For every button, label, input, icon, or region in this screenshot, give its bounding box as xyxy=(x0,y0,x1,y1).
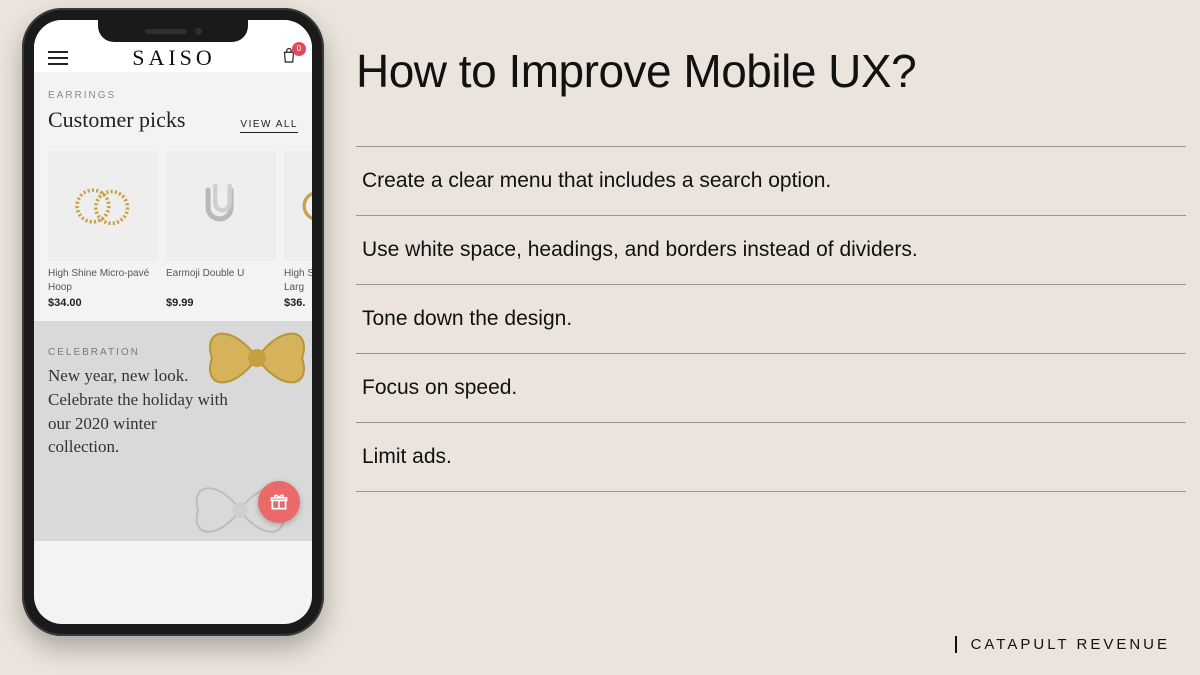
list-item: Create a clear menu that includes a sear… xyxy=(356,147,1186,216)
u-earring-icon xyxy=(185,170,257,242)
product-name: High Shine Micro-pavé Hoop xyxy=(48,267,158,295)
gift-icon xyxy=(269,492,289,512)
cart-button[interactable]: 0 xyxy=(280,46,298,71)
product-carousel[interactable]: High Shine Micro-pavé Hoop $34.00 Earmoj… xyxy=(34,141,312,321)
product-card[interactable]: High Shine Micro-pavé Hoop $34.00 xyxy=(48,151,158,309)
product-name: High S - Larg xyxy=(284,267,312,295)
view-all-link[interactable]: VIEW ALL xyxy=(240,119,298,133)
bullet-list: Create a clear menu that includes a sear… xyxy=(356,146,1186,492)
product-card[interactable]: High S - Larg $36. xyxy=(284,151,312,309)
product-price: $34.00 xyxy=(48,297,158,309)
gift-fab[interactable] xyxy=(258,481,300,523)
gold-bow-icon xyxy=(192,321,312,413)
cart-badge: 0 xyxy=(292,42,306,56)
slide-title: How to Improve Mobile UX? xyxy=(356,44,1186,98)
promo-block[interactable]: CELEBRATION New year, new look. Celebrat… xyxy=(34,321,312,541)
product-image xyxy=(284,151,312,261)
slide-content: How to Improve Mobile UX? Create a clear… xyxy=(356,44,1186,492)
section-title: Customer picks xyxy=(48,107,186,133)
product-image xyxy=(166,151,276,261)
hoop-earring-icon xyxy=(67,170,139,242)
list-item: Use white space, headings, and borders i… xyxy=(356,216,1186,285)
hoop-earring-icon xyxy=(284,170,312,242)
product-price: $36. xyxy=(284,297,312,309)
list-item: Tone down the design. xyxy=(356,285,1186,354)
menu-icon[interactable] xyxy=(48,51,68,65)
list-item: Focus on speed. xyxy=(356,354,1186,423)
product-price: $9.99 xyxy=(166,297,276,309)
phone-frame: SAISO 0 EARRINGS Customer picks VIEW ALL xyxy=(22,8,324,636)
section-eyebrow: EARRINGS xyxy=(48,90,298,101)
section-header: EARRINGS Customer picks VIEW ALL xyxy=(34,72,312,141)
product-name: Earmoji Double U xyxy=(166,267,276,295)
brand-logo[interactable]: SAISO xyxy=(132,45,216,71)
product-card[interactable]: Earmoji Double U $9.99 xyxy=(166,151,276,309)
phone-notch xyxy=(98,20,248,42)
footer-brand: CATAPULT REVENUE xyxy=(955,636,1170,653)
phone-screen: SAISO 0 EARRINGS Customer picks VIEW ALL xyxy=(34,20,312,624)
list-item: Limit ads. xyxy=(356,423,1186,492)
product-image xyxy=(48,151,158,261)
